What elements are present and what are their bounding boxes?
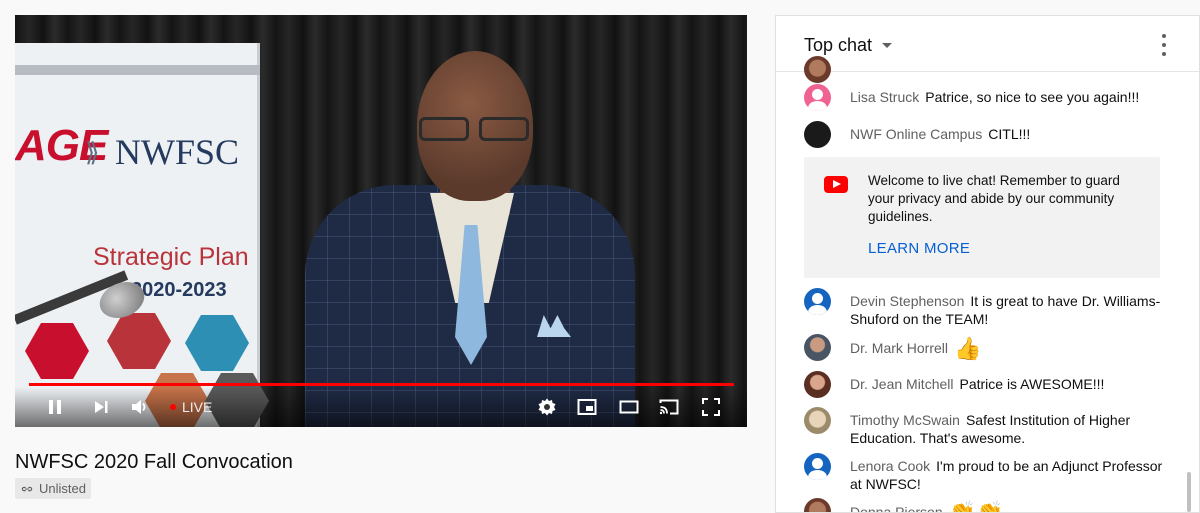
more-vert-icon	[1162, 34, 1166, 38]
avatar[interactable]	[804, 407, 831, 434]
settings-icon	[538, 398, 556, 416]
live-label: LIVE	[182, 399, 213, 415]
chat-author[interactable]: Lisa Struck	[850, 89, 919, 105]
banner-plan-text: Strategic Plan	[93, 243, 249, 271]
chat-scrollbar[interactable]	[1187, 72, 1193, 512]
cast-button[interactable]	[659, 397, 679, 417]
unlisted-label: Unlisted	[39, 481, 86, 496]
chat-text: Patrice, so nice to see you again!!!	[925, 89, 1140, 105]
avatar[interactable]	[804, 288, 831, 315]
chat-more-options-button[interactable]	[1158, 34, 1170, 56]
chat-text: Patrice is AWESOME!!!	[959, 376, 1105, 392]
chat-author[interactable]: Dr. Jean Mitchell	[850, 376, 953, 392]
chat-text: CITL!!!	[988, 126, 1031, 142]
chat-welcome-banner: Welcome to live chat! Remember to guard …	[804, 157, 1160, 278]
live-dot-icon	[170, 404, 176, 410]
avatar[interactable]	[804, 56, 831, 83]
miniplayer-button[interactable]	[577, 397, 597, 417]
unlisted-badge: Unlisted	[15, 478, 91, 499]
progress-bar-fill	[29, 383, 734, 386]
miniplayer-icon	[577, 399, 597, 415]
speaker-glasses	[415, 117, 533, 143]
scrollbar-thumb[interactable]	[1187, 472, 1191, 512]
volume-icon	[132, 400, 146, 414]
dropdown-caret-icon	[882, 43, 893, 48]
video-title: NWFSC 2020 Fall Convocation	[15, 451, 293, 473]
youtube-logo-icon	[824, 176, 848, 193]
link-icon	[21, 486, 33, 491]
chat-mode-label: Top chat	[804, 35, 873, 55]
theater-icon	[619, 400, 639, 414]
banner-hexagon	[185, 315, 249, 371]
avatar[interactable]	[804, 498, 831, 512]
thumbs-up-emoji: 👍	[954, 336, 982, 361]
chat-author[interactable]: Lenora Cook	[850, 458, 930, 474]
next-button[interactable]	[91, 397, 111, 417]
pause-button[interactable]	[45, 397, 65, 417]
chat-author[interactable]: Timothy McSwain	[850, 412, 960, 428]
cast-icon	[659, 399, 679, 415]
avatar[interactable]	[804, 84, 831, 111]
live-indicator[interactable]: LIVE	[170, 399, 212, 415]
banner-years-text: 2020-2023	[131, 279, 227, 301]
avatar[interactable]	[804, 453, 831, 480]
welcome-text: Welcome to live chat! Remember to guard …	[868, 173, 1120, 224]
top-chat-dropdown[interactable]: Top chat	[804, 35, 893, 56]
avatar[interactable]	[804, 121, 831, 148]
avatar[interactable]	[804, 371, 831, 398]
avatar[interactable]	[804, 334, 831, 361]
settings-button[interactable]	[537, 397, 557, 417]
next-icon	[95, 401, 108, 413]
chat-author[interactable]: NWF Online Campus	[850, 126, 982, 142]
chat-header: Top chat	[776, 16, 1199, 72]
video-player[interactable]: AGE ⟫ NWFSC Strategic Plan 2020-2023 LIV…	[15, 15, 747, 427]
chat-author[interactable]: Dr. Mark Horrell	[850, 340, 948, 356]
progress-bar[interactable]	[29, 383, 734, 386]
chat-author[interactable]: Donna Pierson	[850, 504, 943, 512]
strategic-plan-banner: AGE ⟫ NWFSC Strategic Plan 2020-2023	[15, 43, 269, 427]
live-chat-panel: Top chat Lisa Struck Patrice, so nice to …	[775, 15, 1200, 513]
clapping-emoji: 👏👏	[948, 500, 1004, 513]
fullscreen-icon	[702, 398, 720, 416]
banner-hexagon	[25, 323, 89, 379]
banner-hexagon	[107, 313, 171, 369]
pause-icon	[49, 400, 61, 414]
chat-author[interactable]: Devin Stephenson	[850, 293, 964, 309]
player-controls: LIVE	[15, 387, 747, 427]
mute-button[interactable]	[129, 397, 149, 417]
fullscreen-button[interactable]	[701, 397, 721, 417]
theater-mode-button[interactable]	[619, 397, 639, 417]
banner-arrow-icon: ⟫	[85, 137, 100, 167]
page: AGE ⟫ NWFSC Strategic Plan 2020-2023 LIV…	[0, 0, 1200, 513]
banner-logo: NWFSC	[115, 132, 240, 172]
learn-more-link[interactable]: LEARN MORE	[868, 240, 970, 257]
banner-pole	[15, 65, 260, 75]
